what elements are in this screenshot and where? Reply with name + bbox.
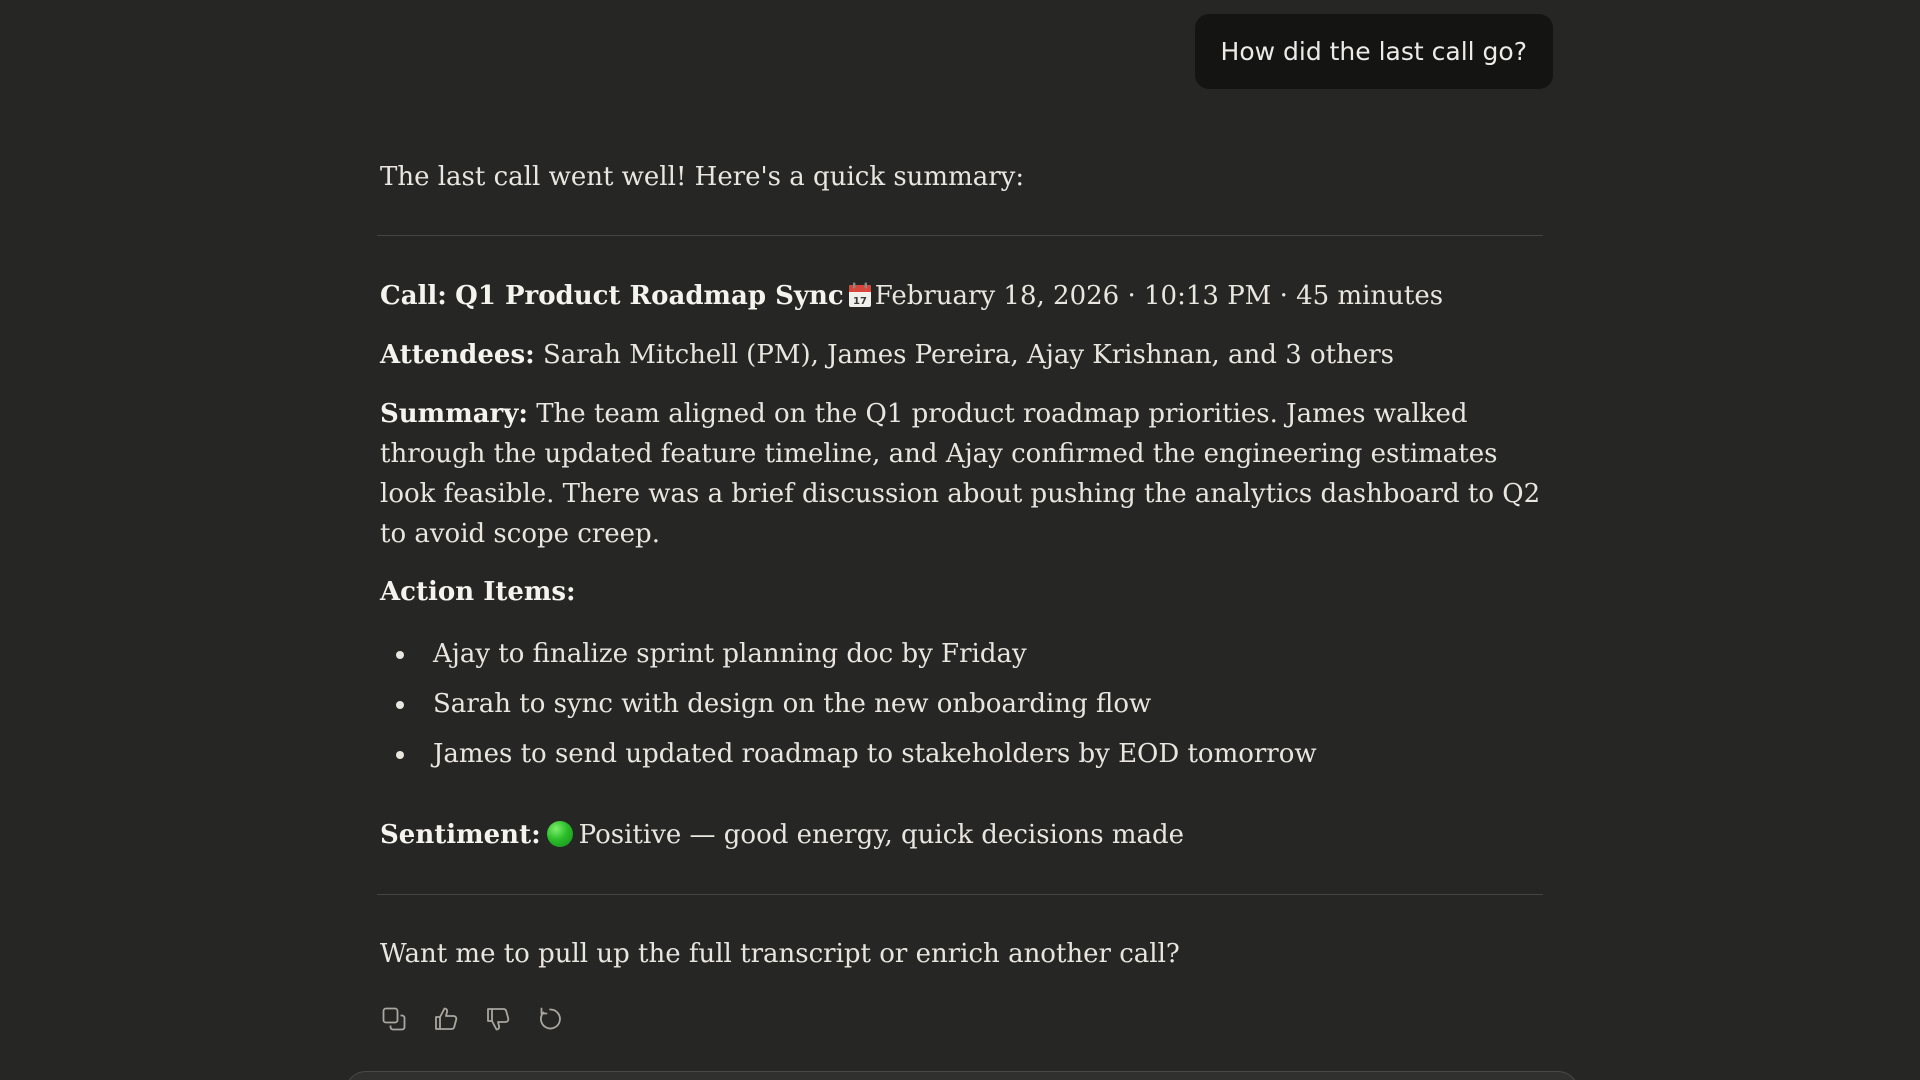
divider-top	[377, 235, 1543, 236]
attendees-label: Attendees:	[380, 340, 535, 370]
action-items-label: Action Items:	[380, 577, 576, 607]
user-message-text: How did the last call go?	[1220, 37, 1527, 66]
call-label: Call:	[380, 281, 447, 311]
action-items-heading: Action Items:	[380, 572, 1550, 612]
sentiment-line: Sentiment: Positive — good energy, quick …	[380, 815, 1550, 855]
calendar-icon: 17	[848, 280, 872, 307]
green-circle-icon	[546, 821, 573, 847]
assistant-followup: Want me to pull up the full transcript o…	[380, 939, 1180, 969]
sentiment-label: Sentiment:	[380, 820, 541, 850]
thumbs-up-icon	[435, 1007, 458, 1030]
attendees-line: Attendees: Sarah Mitchell (PM), James Pe…	[380, 335, 1550, 375]
attendees-value: Sarah Mitchell (PM), James Pereira, Ajay…	[542, 340, 1395, 370]
copy-icon	[382, 1007, 406, 1031]
copy-button[interactable]	[380, 1004, 408, 1034]
summary-paragraph: Summary: The team aligned on the Q1 prod…	[380, 394, 1550, 554]
chat-view: How did the last call go? The last call …	[0, 0, 1920, 1080]
retry-button[interactable]	[536, 1004, 564, 1034]
thumbs-down-button[interactable]	[484, 1004, 512, 1034]
thumbs-down-icon	[487, 1008, 510, 1031]
sentiment-value: Positive — good energy, quick decisions …	[578, 820, 1185, 850]
action-items-list: Ajay to finalize sprint planning doc by …	[380, 629, 1317, 779]
message-composer[interactable]	[345, 1071, 1579, 1080]
message-actions-toolbar	[380, 1004, 564, 1034]
action-item: Ajay to finalize sprint planning doc by …	[380, 629, 1317, 679]
retry-icon	[540, 1007, 561, 1030]
thumbs-up-button[interactable]	[432, 1004, 460, 1034]
call-details: February 18, 2026 · 10:13 PM · 45 minute…	[874, 281, 1444, 311]
summary-text: The team aligned on the Q1 product roadm…	[380, 399, 1541, 549]
action-item: James to send updated roadmap to stakeho…	[380, 729, 1317, 779]
action-item: Sarah to sync with design on the new onb…	[380, 679, 1317, 729]
svg-text:17: 17	[853, 296, 867, 307]
divider-bottom	[377, 894, 1543, 895]
call-title: Q1 Product Roadmap Sync	[455, 281, 844, 311]
user-message-bubble: How did the last call go?	[1194, 14, 1553, 89]
summary-label: Summary:	[380, 399, 528, 429]
call-line: Call: Q1 Product Roadmap Sync 17 Februar…	[380, 276, 1550, 316]
assistant-intro: The last call went well! Here's a quick …	[380, 162, 1025, 192]
